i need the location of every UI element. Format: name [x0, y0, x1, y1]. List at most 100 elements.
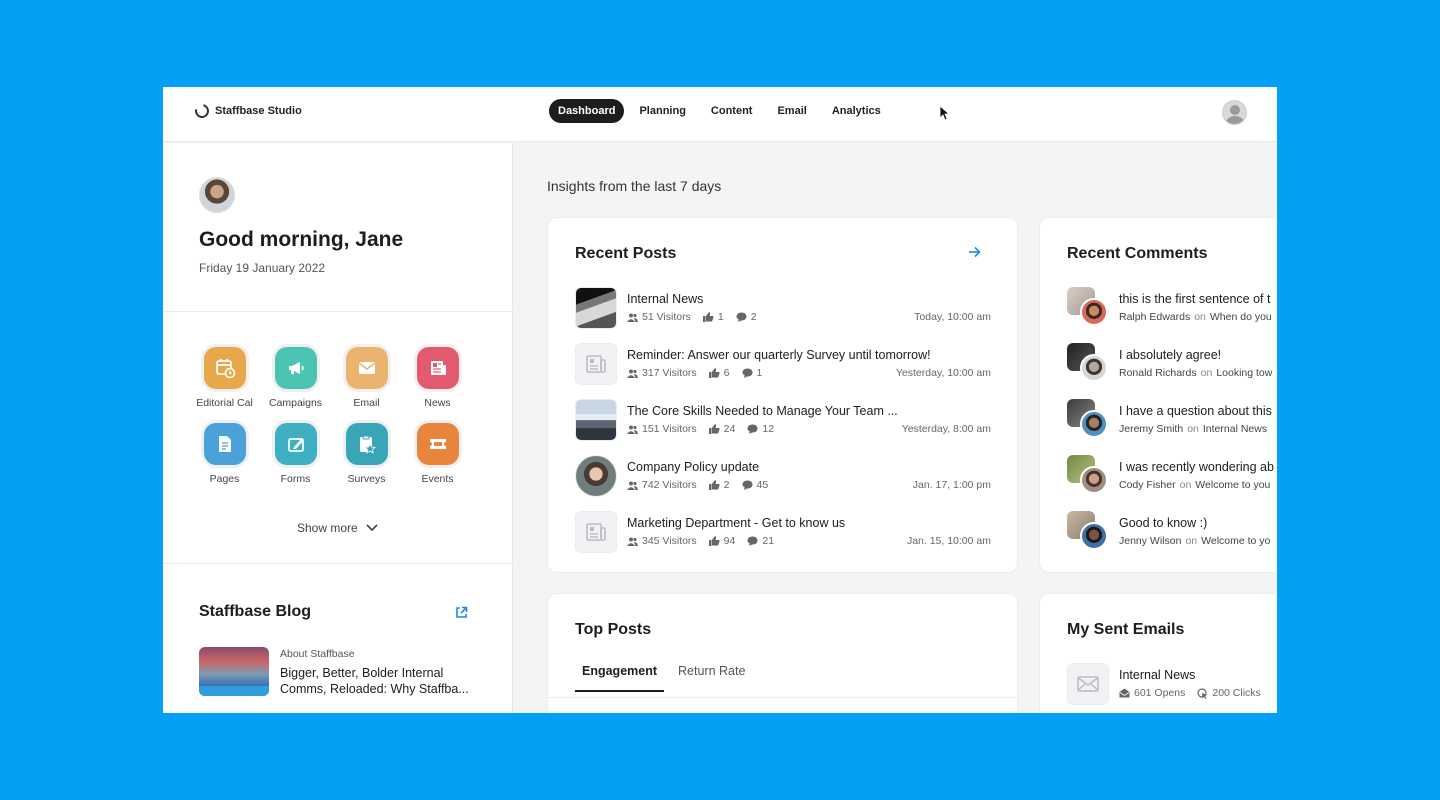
left-panel: Good morning, Jane Friday 19 January 202…: [163, 143, 513, 713]
app-surveys[interactable]: Surveys: [331, 423, 402, 485]
top-navigation-bar: Staffbase Studio Dashboard Planning Cont…: [163, 87, 1277, 142]
page-icon: [203, 423, 246, 465]
nav-planning[interactable]: Planning: [627, 99, 697, 123]
post-stats: 51 Visitors 1 2: [627, 311, 765, 323]
app-label: Editorial Cal: [196, 397, 253, 409]
app-pages[interactable]: Pages: [189, 423, 260, 485]
app-editorial-calendar[interactable]: Editorial Cal: [189, 347, 260, 409]
email-title[interactable]: Internal News: [1119, 668, 1195, 682]
post-time: Yesterday, 10:00 am: [895, 367, 991, 379]
sent-emails-title: My Sent Emails: [1067, 621, 1185, 638]
app-label: Email: [353, 397, 380, 409]
comment-on-label: on: [1185, 535, 1198, 547]
post-time: Today, 10:00 am: [914, 311, 991, 323]
recent-posts-card: Recent Posts Internal News 51 Visitors 1…: [547, 217, 1018, 573]
recent-comments-card: Recent Comments this is the first senten…: [1039, 217, 1277, 573]
post-comments: 21: [762, 535, 775, 547]
email-opens: 601 Opens: [1134, 687, 1186, 699]
divider: [163, 311, 513, 312]
app-forms[interactable]: Forms: [260, 423, 331, 485]
post-likes: 2: [723, 479, 730, 491]
staffbase-studio-window: Staffbase Studio Dashboard Planning Cont…: [163, 87, 1277, 713]
post-likes: 24: [723, 423, 736, 435]
external-link-icon[interactable]: [455, 606, 468, 624]
comment-icon: [747, 536, 758, 546]
app-news[interactable]: News: [402, 347, 473, 409]
divider: [548, 697, 1017, 698]
comment-item[interactable]: Good to know :) Jenny Wilson on Welcome to…: [1067, 511, 1277, 553]
divider: [163, 563, 513, 564]
comment-icon: [742, 368, 753, 378]
post-item[interactable]: The Core Skills Needed to Manage Your Te…: [575, 399, 991, 441]
comment-item[interactable]: I was recently wondering ab Cody Fisher o…: [1067, 455, 1277, 497]
email-stats: 601 Opens 200 Clicks: [1119, 687, 1261, 699]
megaphone-icon: [274, 347, 317, 389]
post-item[interactable]: Marketing Department - Get to know us 34…: [575, 511, 991, 553]
app-email[interactable]: Email: [331, 347, 402, 409]
users-icon: [627, 313, 638, 322]
thumbs-up-icon: [708, 368, 720, 378]
comment-text: Good to know :): [1119, 516, 1208, 530]
sent-emails-card: My Sent Emails Internal News 601 Opens 2…: [1039, 593, 1277, 713]
comment-target: Welcome to yo: [1201, 535, 1271, 547]
post-stats: 742 Visitors 2 45: [627, 479, 776, 491]
user-avatar[interactable]: [1222, 100, 1247, 125]
comment-target: Looking tow: [1216, 367, 1273, 379]
main-nav: Dashboard Planning Content Email Analyti…: [549, 99, 894, 123]
post-time: Jan. 15, 10:00 am: [906, 535, 991, 547]
nav-content[interactable]: Content: [699, 99, 765, 123]
form-icon: [274, 423, 317, 465]
arrow-right-icon[interactable]: [968, 245, 981, 263]
commenter-avatar: [1080, 298, 1108, 326]
comment-target: Welcome to you: [1195, 479, 1271, 491]
users-icon: [627, 537, 638, 546]
post-visitors: 742 Visitors: [642, 479, 697, 491]
app-label: Forms: [280, 473, 311, 485]
blog-item[interactable]: About Staffbase Bigger, Better, Bolder I…: [199, 647, 480, 697]
tab-engagement[interactable]: Engagement: [575, 664, 665, 692]
post-stats: 345 Visitors 94 21: [627, 535, 782, 547]
greeting-title: Good morning, Jane: [199, 228, 404, 251]
app-campaigns[interactable]: Campaigns: [260, 347, 331, 409]
top-posts-tabs: Engagement Return Rate: [575, 664, 759, 692]
post-item[interactable]: Reminder: Answer our quarterly Survey un…: [575, 343, 991, 385]
chevron-down-icon: [366, 524, 378, 532]
blog-title: Staffbase Blog: [199, 603, 312, 620]
comment-author: Cody Fisher: [1119, 479, 1176, 491]
comment-item[interactable]: this is the first sentence of t Ralph Ed…: [1067, 287, 1277, 329]
comment-text: I was recently wondering ab: [1119, 460, 1274, 474]
post-item[interactable]: Company Policy update 742 Visitors 2 45 …: [575, 455, 991, 497]
nav-dashboard[interactable]: Dashboard: [549, 99, 625, 123]
post-title: Company Policy update: [627, 460, 760, 474]
greeting-section: Good morning, Jane Friday 19 January 202…: [199, 177, 403, 275]
nav-email[interactable]: Email: [765, 99, 818, 123]
ticket-icon: [416, 423, 459, 465]
app-label: Events: [421, 473, 454, 485]
comment-author: Jeremy Smith: [1119, 423, 1184, 435]
tab-return-rate[interactable]: Return Rate: [671, 664, 752, 692]
post-title: The Core Skills Needed to Manage Your Te…: [627, 404, 898, 418]
comment-target: When do you: [1209, 311, 1272, 323]
comment-meta: Ralph Edwards on When do you: [1119, 311, 1272, 323]
commenter-avatar: [1080, 354, 1108, 382]
nav-analytics[interactable]: Analytics: [820, 99, 893, 123]
comment-item[interactable]: I have a question about this Jeremy Smit…: [1067, 399, 1277, 441]
post-comments: 2: [750, 311, 757, 323]
comment-icon: [742, 480, 753, 490]
newspaper-icon: [416, 347, 459, 389]
app-events[interactable]: Events: [402, 423, 473, 485]
post-thumbnail: [575, 399, 617, 441]
commenter-avatar: [1080, 410, 1108, 438]
blog-thumbnail: [199, 647, 269, 696]
post-time: Jan. 17, 1:00 pm: [912, 479, 991, 491]
comment-author: Ralph Edwards: [1119, 311, 1191, 323]
comment-item[interactable]: I absolutely agree! Ronald Richards on Loo…: [1067, 343, 1277, 385]
users-icon: [627, 425, 638, 434]
post-item[interactable]: Internal News 51 Visitors 1 2 Today, 10:…: [575, 287, 991, 329]
comment-meta: Jenny Wilson on Welcome to yo: [1119, 535, 1270, 547]
comment-author: Ronald Richards: [1119, 367, 1197, 379]
brand[interactable]: Staffbase Studio: [192, 101, 302, 121]
show-more-button[interactable]: Show more: [297, 521, 378, 535]
post-likes: 1: [717, 311, 724, 323]
comment-on-label: on: [1200, 367, 1213, 379]
